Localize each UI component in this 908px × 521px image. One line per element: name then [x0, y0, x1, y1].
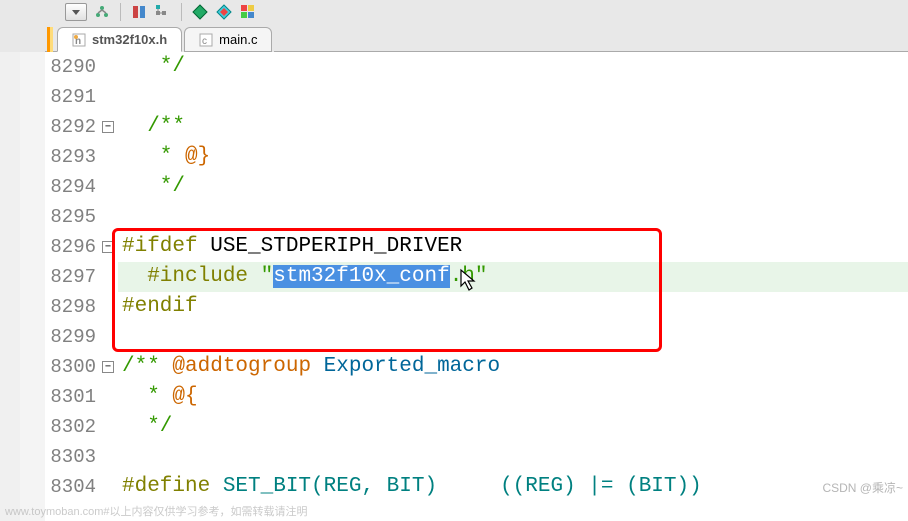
code-line[interactable]: 8304 #define SET_BIT(REG, BIT) ((REG) |=…	[45, 472, 908, 502]
code-line[interactable]: 8291	[45, 82, 908, 112]
tab-stm32f10x-h[interactable]: h stm32f10x.h	[57, 27, 182, 52]
toolbar	[0, 0, 908, 24]
code-line[interactable]: 8296 − #ifdef USE_STDPERIPH_DRIVER	[45, 232, 908, 262]
chevron-down-icon	[72, 10, 80, 15]
tab-label: stm32f10x.h	[92, 32, 167, 47]
h-file-icon: h	[72, 33, 86, 47]
diamond-green-icon[interactable]	[191, 3, 209, 21]
fold-toggle[interactable]: −	[102, 361, 114, 373]
tab-main-c[interactable]: c main.c	[184, 27, 272, 52]
structure-icon[interactable]	[154, 3, 172, 21]
line-number: 8291	[45, 82, 100, 112]
tab-label: main.c	[219, 32, 257, 47]
code-line[interactable]: 8290 */	[45, 52, 908, 82]
selected-text: stm32f10x_conf	[273, 265, 449, 288]
fold-toggle[interactable]: −	[102, 121, 114, 133]
line-number: 8293	[45, 142, 100, 172]
code-line[interactable]: 8297 #include "stm32f10x_conf.h"	[45, 262, 908, 292]
code-line[interactable]: 8298 #endif	[45, 292, 908, 322]
config-icon[interactable]	[93, 3, 111, 21]
code-line[interactable]: 8300 − /** @addtogroup Exported_macro	[45, 352, 908, 382]
code-line[interactable]: 8293 * @}	[45, 142, 908, 172]
code-line[interactable]: 8292 − /**	[45, 112, 908, 142]
dropdown-button[interactable]	[65, 3, 87, 21]
tab-bar: h stm32f10x.h c main.c	[0, 24, 908, 52]
code-line[interactable]: 8302 */	[45, 412, 908, 442]
c-file-icon: c	[199, 33, 213, 47]
watermark-left: www.toymoban.com#以上内容仅供学习参考，如需转载请注明	[5, 503, 308, 519]
code-line[interactable]: 8299	[45, 322, 908, 352]
line-number: 8295	[45, 202, 100, 232]
bookmark-icon[interactable]	[130, 3, 148, 21]
line-number: 8299	[45, 322, 100, 352]
diamond-cyan-icon[interactable]	[215, 3, 233, 21]
line-number: 8297	[45, 262, 100, 292]
line-number: 8304	[45, 472, 100, 502]
code-line[interactable]: 8303	[45, 442, 908, 472]
code-line[interactable]: 8295	[45, 202, 908, 232]
line-number: 8298	[45, 292, 100, 322]
svg-text:c: c	[202, 36, 207, 47]
fold-toggle[interactable]: −	[102, 241, 114, 253]
line-number: 8303	[45, 442, 100, 472]
watermark-right: CSDN @乘凉~	[822, 479, 903, 496]
code-line[interactable]: 8301 * @{	[45, 382, 908, 412]
line-number: 8294	[45, 172, 100, 202]
line-number: 8290	[45, 52, 100, 82]
line-number: 8301	[45, 382, 100, 412]
code-line[interactable]: 8294 */	[45, 172, 908, 202]
line-number: 8292	[45, 112, 100, 142]
line-number: 8296	[45, 232, 100, 262]
line-number: 8300	[45, 352, 100, 382]
code-editor[interactable]: 8290 */ 8291 8292 − /** 8293 * @} 8294	[20, 52, 908, 521]
palette-icon[interactable]	[239, 3, 257, 21]
line-number: 8302	[45, 412, 100, 442]
